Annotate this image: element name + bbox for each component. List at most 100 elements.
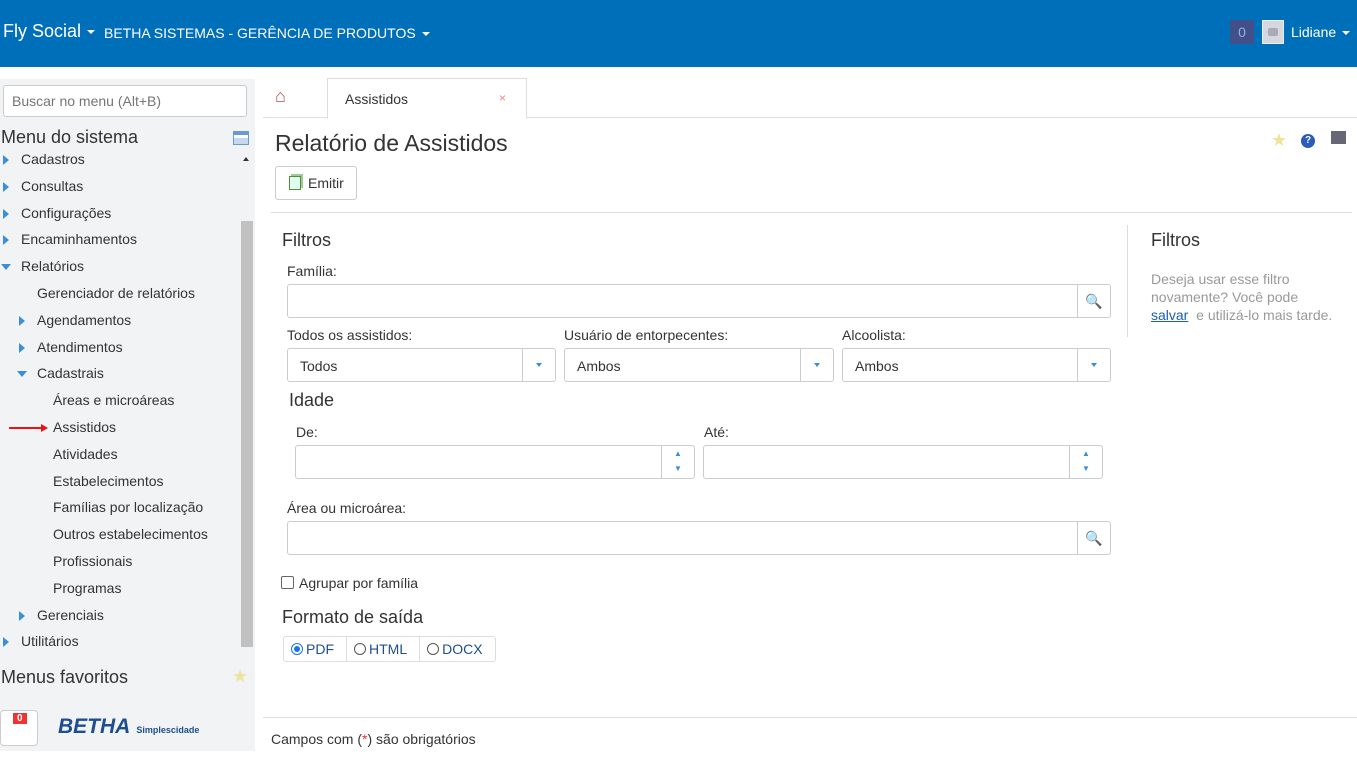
- format-label: DOCX: [442, 641, 483, 657]
- caret-right-icon[interactable]: [3, 235, 9, 246]
- user-menu[interactable]: Lidiane: [1291, 24, 1351, 40]
- menu-item[interactable]: Utilitários: [21, 633, 79, 649]
- menu-scrollbar[interactable]: [240, 151, 254, 647]
- chevron-down-icon[interactable]: [800, 349, 833, 381]
- sidebar: Menu do sistema Cadastros Consultas Config…: [0, 79, 255, 751]
- favorite-star-icon[interactable]: ★: [1271, 130, 1287, 150]
- alcoolista-label: Alcoolista:: [842, 327, 906, 343]
- user-name: Lidiane: [1291, 24, 1337, 40]
- menu-item[interactable]: Profissionais: [53, 553, 132, 569]
- agrupar-label[interactable]: Agrupar por família: [299, 575, 418, 591]
- idade-de-input[interactable]: ▲ ▼: [295, 445, 695, 479]
- menu-item[interactable]: Outros estabelecimentos: [53, 526, 208, 542]
- search-icon[interactable]: 🔍: [1077, 522, 1110, 554]
- radio-selected-icon[interactable]: [291, 643, 303, 655]
- search-icon[interactable]: 🔍: [1077, 285, 1110, 317]
- print-icon[interactable]: [1330, 131, 1346, 144]
- caret-down-icon[interactable]: [1, 264, 11, 271]
- chevron-down-icon[interactable]: [522, 349, 555, 381]
- area-input[interactable]: 🔍: [287, 521, 1111, 555]
- red-arrow-annotation: [9, 427, 43, 429]
- format-docx[interactable]: DOCX: [420, 637, 494, 661]
- alcoolista-value: Ambos: [855, 358, 899, 374]
- radio-icon[interactable]: [427, 643, 440, 655]
- close-icon[interactable]: ×: [499, 91, 506, 105]
- chevron-down-icon[interactable]: [1077, 349, 1110, 381]
- emit-button[interactable]: Emitir: [275, 166, 357, 200]
- menu-item[interactable]: Assistidos: [53, 419, 116, 435]
- menu-title: Menu do sistema: [1, 127, 139, 147]
- agrupar-checkbox[interactable]: [281, 576, 294, 589]
- radio-icon[interactable]: [354, 643, 366, 655]
- tab-assistidos[interactable]: Assistidos ×: [327, 78, 527, 119]
- logo-tagline: Simplescidade: [136, 725, 200, 735]
- menu-item[interactable]: Consultas: [21, 178, 83, 194]
- home-icon[interactable]: ⌂: [275, 86, 286, 107]
- idade-ate-input[interactable]: ▲ ▼: [703, 445, 1103, 479]
- caret-right-icon[interactable]: [3, 208, 9, 219]
- format-pdf[interactable]: PDF: [284, 637, 347, 661]
- todos-value: Todos: [300, 358, 338, 374]
- menu-item[interactable]: Atividades: [53, 446, 118, 462]
- footer: Campos com (*) são obrigatórios: [263, 717, 1357, 760]
- footer-post: ) são obrigatórios: [367, 731, 476, 747]
- caret-right-icon[interactable]: [19, 315, 25, 326]
- entorpecentes-value: Ambos: [577, 358, 621, 374]
- copy-icon: [289, 176, 301, 190]
- spinner-icon[interactable]: ▲ ▼: [1069, 446, 1102, 478]
- emit-label: Emitir: [308, 175, 344, 191]
- menu-item[interactable]: Agendamentos: [37, 312, 131, 328]
- footer-pre: Campos com (: [271, 731, 363, 747]
- menu-search-input[interactable]: [3, 85, 247, 117]
- help-desk-button[interactable]: 0: [0, 710, 38, 746]
- todos-select[interactable]: Todos: [287, 348, 556, 382]
- arrow-head-icon: [41, 424, 48, 432]
- menu-item[interactable]: Gerenciais: [37, 607, 104, 623]
- save-filter-link[interactable]: salvar: [1151, 307, 1188, 323]
- caret-right-icon[interactable]: [3, 637, 9, 648]
- caret-down-icon[interactable]: [17, 371, 27, 378]
- tab-label: Assistidos: [345, 91, 409, 107]
- entorpecentes-select[interactable]: Ambos: [564, 348, 834, 382]
- caret-right-icon[interactable]: [19, 610, 25, 621]
- scroll-thumb[interactable]: [241, 221, 253, 647]
- avatar[interactable]: [1262, 20, 1284, 44]
- format-label: HTML: [369, 641, 408, 657]
- familia-input[interactable]: 🔍: [287, 284, 1111, 318]
- menu-item[interactable]: Áreas e microáreas: [53, 392, 174, 408]
- spinner-icon[interactable]: ▲ ▼: [661, 446, 694, 478]
- menu-toggle-icon[interactable]: [233, 131, 249, 145]
- menu-item[interactable]: Atendimentos: [37, 339, 123, 355]
- menu-item[interactable]: Cadastrais: [37, 365, 104, 381]
- help-icon[interactable]: ?: [1301, 134, 1316, 148]
- menu-item[interactable]: Programas: [53, 580, 121, 596]
- menu-item[interactable]: Configurações: [21, 205, 111, 221]
- notifications-badge[interactable]: 0: [1230, 20, 1254, 44]
- caret-right-icon[interactable]: [19, 342, 25, 353]
- favorites-title: Menus favoritos: [1, 667, 129, 687]
- star-icon[interactable]: ★: [232, 666, 248, 687]
- menu-item[interactable]: Encaminhamentos: [21, 231, 137, 247]
- divider: [1127, 225, 1128, 337]
- menu-item[interactable]: Relatórios: [21, 258, 84, 274]
- entorpecentes-label: Usuário de entorpecentes:: [564, 327, 729, 343]
- menu-item[interactable]: Gerenciador de relatórios: [37, 285, 195, 301]
- caret-right-icon[interactable]: [3, 181, 9, 192]
- tab-bar: ⌂ Assistidos ×: [263, 78, 1357, 119]
- menu-item[interactable]: Estabelecimentos: [53, 473, 164, 489]
- aside-title: Filtros: [1151, 230, 1200, 250]
- help-badge: 0: [13, 713, 27, 724]
- ate-label: Até:: [704, 424, 729, 440]
- menu-item[interactable]: Cadastros: [21, 151, 85, 167]
- brand-menu[interactable]: Fly Social: [3, 21, 96, 42]
- scroll-up-icon[interactable]: [243, 157, 249, 161]
- caret-right-icon[interactable]: [3, 155, 9, 165]
- caret-down-icon: [421, 32, 430, 37]
- format-html[interactable]: HTML: [347, 637, 421, 661]
- menu-item[interactable]: Famílias por localização: [53, 499, 203, 515]
- idade-title: Idade: [289, 390, 335, 410]
- org-menu[interactable]: BETHA SISTEMAS - GERÊNCIA DE PRODUTOS: [104, 25, 430, 41]
- alcoolista-select[interactable]: Ambos: [842, 348, 1111, 382]
- area-label: Área ou microárea:: [287, 500, 407, 516]
- format-radio-group: PDF HTML DOCX: [283, 636, 496, 662]
